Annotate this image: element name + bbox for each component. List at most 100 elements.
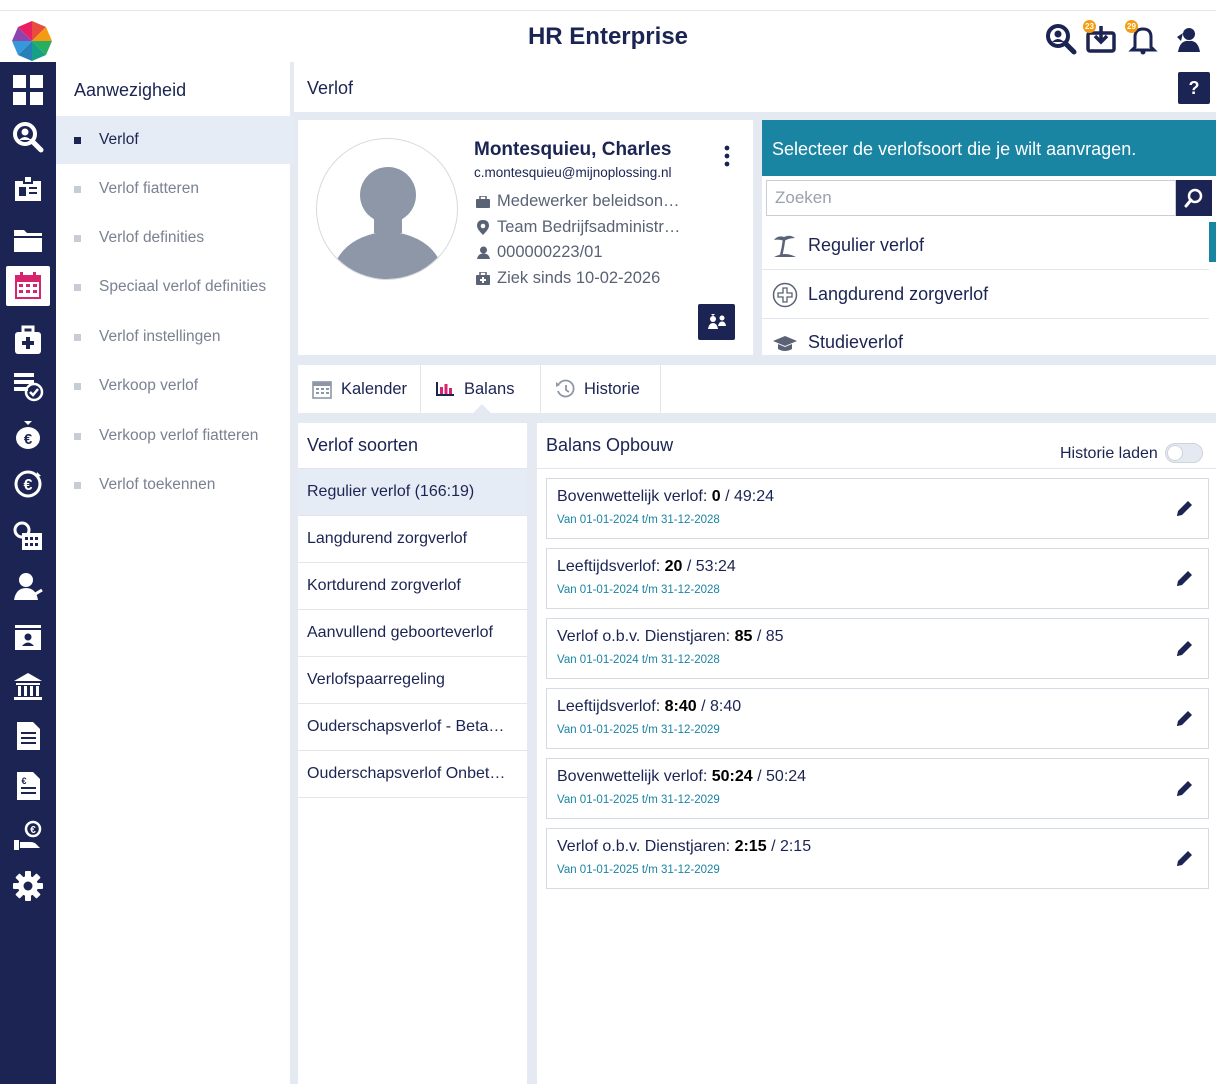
employee-sick-status: Ziek sinds 10-02-2026: [474, 269, 660, 288]
employee-email[interactable]: c.montesquieu@mijnoplossing.nl: [474, 165, 672, 180]
employee-number: 000000223/01: [474, 243, 603, 262]
balance-line: Verlof o.b.v. Dienstjaren: 2:15 / 2:15: [557, 838, 811, 856]
leave-type-studieverlof[interactable]: Studieverlof: [762, 319, 1209, 355]
id-card-icon[interactable]: [8, 616, 48, 656]
svg-text:€: €: [24, 431, 33, 448]
nav-item-verlof-instellingen[interactable]: Verlof instellingen: [56, 313, 294, 361]
edit-pencil-icon[interactable]: [1174, 639, 1194, 659]
medical-kit-icon: [474, 271, 492, 287]
balance-label: Verlof o.b.v. Dienstjaren:: [557, 838, 731, 855]
nav-item-label: Verlof: [99, 131, 139, 148]
employee-team: Team Bedrijfsadministr…: [474, 218, 680, 237]
employee-card: Montesquieu, Charles c.montesquieu@mijno…: [298, 120, 753, 355]
person-sign-icon[interactable]: [8, 566, 48, 606]
leave-calendar-icon[interactable]: [6, 266, 50, 306]
edit-pencil-icon[interactable]: [1174, 569, 1194, 589]
gear-icon[interactable]: [8, 866, 48, 906]
folder-icon[interactable]: [8, 220, 48, 260]
balance-label: Bovenwettelijk verlof:: [557, 768, 708, 785]
more-options-icon[interactable]: [722, 144, 732, 168]
search-button[interactable]: [1176, 180, 1212, 216]
balance-total: / 50:24: [757, 768, 807, 785]
balance-label: Leeftijdsverlof:: [557, 698, 661, 715]
team-button[interactable]: [698, 304, 735, 340]
hand-coin-icon[interactable]: €: [8, 816, 48, 856]
balance-value: 0: [711, 488, 721, 505]
leave-kind-verlofspaarregeling[interactable]: Verlofspaarregeling: [298, 657, 527, 704]
edit-pencil-icon[interactable]: [1174, 709, 1194, 729]
document-icon[interactable]: [8, 716, 48, 756]
balance-period: Van 01-01-2024 t/m 31-12-2028: [557, 584, 720, 596]
nav-item-verlof-toekennen[interactable]: Verlof toekennen: [56, 461, 294, 509]
nav-item-verlof[interactable]: Verlof: [56, 116, 294, 164]
nav-item-verlof-definities[interactable]: Verlof definities: [56, 214, 294, 262]
balance-card: Bovenwettelijk verlof: 50:24 / 50:24 Van…: [546, 758, 1209, 819]
history-toggle[interactable]: [1165, 443, 1203, 463]
leave-type-search-input[interactable]: [766, 180, 1176, 216]
leave-kind-regulier-verlof[interactable]: Regulier verlof (166:19): [298, 469, 527, 516]
clock-calendar-icon[interactable]: [8, 516, 48, 556]
user-account-icon[interactable]: [1173, 23, 1207, 57]
leave-kind-aanvullend-geboorteverlof[interactable]: Aanvullend geboorteverlof: [298, 610, 527, 657]
history-toggle-label: Historie laden: [1060, 445, 1158, 462]
help-button[interactable]: ?: [1178, 72, 1210, 104]
balance-line: Bovenwettelijk verlof: 0 / 49:24: [557, 488, 774, 506]
leave-type-scrollbar[interactable]: [1209, 222, 1216, 262]
nav-item-verlof-fiatteren[interactable]: Verlof fiatteren: [56, 165, 294, 213]
download-inbox-icon[interactable]: 23: [1083, 20, 1119, 57]
employee-card-icon[interactable]: [8, 168, 48, 208]
medical-case-icon[interactable]: [8, 320, 48, 360]
nav-item-verkoop-verlof[interactable]: Verkoop verlof: [56, 362, 294, 410]
leave-kinds-panel: Verlof soorten Regulier verlof (166:19) …: [298, 423, 527, 1084]
leave-type-langdurend-zorgverlof[interactable]: Langdurend zorgverlof: [762, 271, 1209, 319]
employee-function: Medewerker beleidson…: [474, 192, 680, 211]
bullet-icon: [74, 234, 81, 242]
nav-item-label: Verlof toekennen: [99, 476, 216, 493]
leave-type-label: Studieverlof: [808, 332, 904, 352]
bullet-icon: [74, 432, 81, 440]
nav-item-label: Verkoop verlof: [99, 377, 199, 394]
section-title: Aanwezigheid: [74, 80, 187, 100]
dashboard-icon[interactable]: [8, 70, 48, 110]
edit-pencil-icon[interactable]: [1174, 779, 1194, 799]
money-bag-icon[interactable]: €: [8, 414, 48, 454]
employee-team-text: Team Bedrijfsadministr…: [497, 218, 681, 236]
balance-card: Leeftijdsverlof: 20 / 53:24 Van 01-01-20…: [546, 548, 1209, 609]
app-title: HR Enterprise: [527, 23, 689, 50]
leave-type-regulier[interactable]: Regulier verlof: [762, 222, 1209, 270]
plus-circle-icon: [772, 282, 798, 308]
avatar: [316, 138, 458, 280]
tab-historie[interactable]: Historie: [541, 365, 661, 413]
edit-pencil-icon[interactable]: [1174, 499, 1194, 519]
tab-label: Historie: [584, 379, 640, 398]
tab-kalender[interactable]: Kalender: [298, 365, 421, 413]
leave-kind-kortdurend-zorgverlof[interactable]: Kortdurend zorgverlof: [298, 563, 527, 610]
bank-icon[interactable]: [8, 666, 48, 706]
leave-kind-ouderschapsverlof-onbetaald[interactable]: Ouderschapsverlof Onbet…: [298, 751, 527, 798]
employee-search-icon[interactable]: [1045, 23, 1079, 57]
leave-type-label: Regulier verlof: [808, 235, 925, 255]
leave-kind-langdurend-zorgverlof[interactable]: Langdurend zorgverlof: [298, 516, 527, 563]
app-header: HR Enterprise 23 29: [0, 10, 1216, 62]
nav-item-label: Verkoop verlof fiatteren: [99, 427, 259, 444]
leave-kind-ouderschapsverlof-betaald[interactable]: Ouderschapsverlof - Beta…: [298, 704, 527, 751]
balance-period: Van 01-01-2024 t/m 31-12-2028: [557, 514, 720, 526]
euro-document-icon[interactable]: €: [8, 766, 48, 806]
balance-total: / 53:24: [686, 558, 736, 575]
toggle-knob: [1167, 445, 1183, 461]
icon-rail: € € € €: [0, 62, 56, 1084]
tabs-bar: Kalender Balans Historie: [298, 365, 1216, 424]
balance-value: 50:24: [711, 768, 753, 785]
nav-item-speciaal-verlof-definities[interactable]: Speciaal verlof definities: [56, 263, 294, 311]
search-person-icon[interactable]: [8, 117, 48, 157]
balance-value: 85: [734, 628, 753, 645]
balance-panel: Balans Opbouw Historie laden Bovenwettel…: [537, 423, 1216, 1084]
edit-pencil-icon[interactable]: [1174, 849, 1194, 869]
notification-bell-icon[interactable]: 29: [1125, 20, 1161, 57]
balance-line: Verlof o.b.v. Dienstjaren: 85 / 85: [557, 628, 784, 646]
nav-item-verkoop-verlof-fiatteren[interactable]: Verkoop verlof fiatteren: [56, 412, 294, 460]
balance-total: / 85: [756, 628, 784, 645]
euro-cycle-icon[interactable]: €: [8, 464, 48, 504]
bullet-icon: [74, 481, 81, 489]
checklist-icon[interactable]: [8, 366, 48, 406]
